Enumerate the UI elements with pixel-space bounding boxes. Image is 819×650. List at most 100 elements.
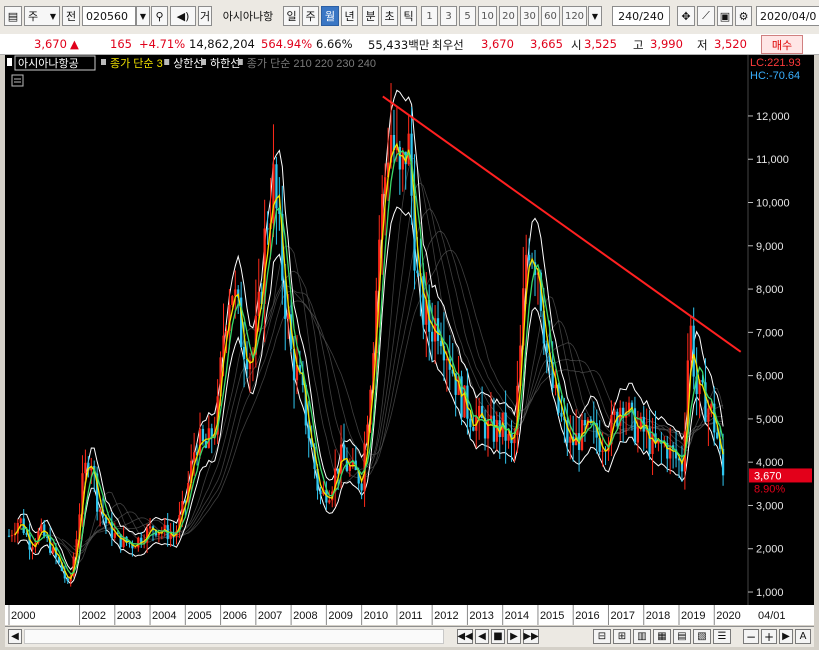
- candle-body: [348, 465, 352, 471]
- crosshair-icon[interactable]: ✥: [677, 6, 695, 26]
- tab-month[interactable]: 월: [321, 6, 339, 26]
- trendline-tool-icon[interactable]: ⟋: [697, 6, 715, 26]
- interval-5[interactable]: 5: [459, 6, 476, 26]
- scroll-left-arrow[interactable]: ◀: [8, 629, 22, 644]
- zoom-in-icon[interactable]: ⊞: [613, 629, 631, 644]
- interval-10[interactable]: 10: [478, 6, 497, 26]
- tab-second[interactable]: 초: [381, 6, 398, 26]
- tab-tick[interactable]: 틱: [400, 6, 417, 26]
- y-tick-label: 7,000: [756, 327, 784, 339]
- btn-ge[interactable]: 거: [198, 6, 212, 26]
- interval-60[interactable]: 60: [541, 6, 560, 26]
- candle-body: [148, 526, 152, 529]
- gear-icon[interactable]: ⚙: [735, 6, 752, 26]
- chart-menu-icon[interactable]: ▤: [4, 6, 22, 26]
- legend-item: 상한선: [173, 57, 203, 70]
- candle-body: [192, 452, 196, 461]
- chart-title: 아시아나항공: [18, 57, 79, 70]
- interval-30[interactable]: 30: [520, 6, 539, 26]
- candle-body: [266, 228, 269, 230]
- chevron-down-icon[interactable]: ▼: [588, 6, 602, 26]
- chart-toolbar: ▤ 주 ▼ 전 020560 ▼ ⚲ ◀) 거 아시아나항 일 주 월 년 분 초…: [0, 0, 819, 35]
- chevron-down-icon[interactable]: ▼: [136, 6, 150, 26]
- price-change: 165: [110, 37, 132, 51]
- x-tick-label: 2006: [223, 610, 247, 622]
- best-ask: 3,670: [481, 37, 514, 51]
- buy-button[interactable]: 매수: [761, 35, 803, 54]
- candle-body: [360, 483, 363, 491]
- prefix-label[interactable]: 전: [62, 6, 80, 26]
- chart-svg[interactable]: 1,000 2,000 3,000 4,000 5,000 6,000 7,000 8,000…: [5, 55, 814, 625]
- grid-icon[interactable]: ▤: [673, 629, 691, 644]
- bar-count-input[interactable]: 240/240: [612, 6, 670, 26]
- date-input[interactable]: 2020/04/0: [756, 6, 819, 26]
- nav-next-button[interactable]: ▶: [507, 629, 521, 644]
- zoom-plus-button[interactable]: +: [761, 629, 777, 644]
- candle-body: [486, 419, 490, 439]
- volume-pct: 564.94%: [261, 37, 313, 51]
- scroll-right-arrow[interactable]: ▶: [779, 629, 793, 644]
- ma-line: [73, 230, 724, 548]
- tab-day[interactable]: 일: [283, 6, 300, 26]
- interval-120[interactable]: 120: [562, 6, 587, 26]
- chevron-down-icon: ▼: [49, 11, 56, 21]
- long-moving-averages: [38, 158, 724, 563]
- x-tick-label: 2012: [434, 610, 458, 622]
- stock-code-input[interactable]: 020560: [82, 6, 136, 26]
- candle-body: [560, 412, 563, 417]
- candle-body: [257, 291, 260, 316]
- bar-icon[interactable]: ▦: [653, 629, 671, 644]
- x-tick-label: 2004: [152, 610, 176, 622]
- quote-bar: 3,670 ▲ 165 +4.71% 14,862,204 564.94% 6.…: [0, 34, 819, 55]
- x-tick-label: 2016: [575, 610, 599, 622]
- low-price: 3,520: [714, 37, 747, 51]
- x-tick-label: 2018: [646, 610, 670, 622]
- y-tick-label: 5,000: [756, 414, 784, 426]
- y-tick-label: 1,000: [756, 587, 784, 599]
- candle-body: [31, 547, 34, 550]
- y-tick-label: 2,000: [756, 544, 784, 556]
- low-label: 저: [697, 38, 708, 52]
- list-icon[interactable]: ☰: [713, 629, 731, 644]
- price-chart[interactable]: 1,000 2,000 3,000 4,000 5,000 6,000 7,000 8,000…: [5, 55, 814, 625]
- candle-icon[interactable]: ▥: [633, 629, 651, 644]
- interval-20[interactable]: 20: [499, 6, 518, 26]
- tab-year[interactable]: 년: [341, 6, 358, 26]
- tab-week[interactable]: 주: [302, 6, 319, 26]
- scroll-track[interactable]: [24, 629, 444, 644]
- x-tick-label: 2005: [187, 610, 211, 622]
- search-icon[interactable]: ⚲: [151, 6, 168, 26]
- zoom-minus-button[interactable]: −: [743, 629, 759, 644]
- candle-body: [242, 346, 246, 360]
- candle-body: [583, 420, 587, 426]
- x-last-date-label: 04/01: [758, 610, 786, 622]
- auto-button[interactable]: A: [795, 629, 811, 644]
- sound-icon[interactable]: ◀): [170, 6, 196, 26]
- tab-minute[interactable]: 분: [362, 6, 379, 26]
- chart-options-icon: [11, 74, 24, 87]
- legend-marker: [101, 59, 106, 65]
- zoom-out-icon[interactable]: ⊟: [593, 629, 611, 644]
- candle-body: [319, 490, 322, 495]
- candle-body: [84, 462, 87, 474]
- nav-last-button[interactable]: ▶▶: [523, 629, 539, 644]
- nav-prev-button[interactable]: ◀: [475, 629, 489, 644]
- settings-icon[interactable]: ▧: [693, 629, 711, 644]
- candle-body: [707, 408, 710, 422]
- legend-marker: [237, 59, 243, 65]
- ma-line: [38, 158, 724, 563]
- candle-body: [478, 405, 481, 417]
- nav-stop-button[interactable]: ■: [491, 629, 505, 644]
- best-bid: 3,665: [530, 37, 563, 51]
- market-select[interactable]: 주 ▼: [24, 6, 60, 26]
- nav-first-button[interactable]: ◀◀: [457, 629, 473, 644]
- current-pct-label: 8.90%: [754, 483, 785, 495]
- y-tick-label: 8,000: [756, 284, 784, 296]
- interval-3[interactable]: 3: [440, 6, 457, 26]
- candle-body: [407, 133, 410, 165]
- x-tick-label: 2019: [681, 610, 705, 622]
- interval-1[interactable]: 1: [421, 6, 438, 26]
- save-icon[interactable]: ▣: [717, 6, 733, 26]
- x-tick-label: 2011: [399, 610, 423, 622]
- ma-line: [85, 249, 724, 543]
